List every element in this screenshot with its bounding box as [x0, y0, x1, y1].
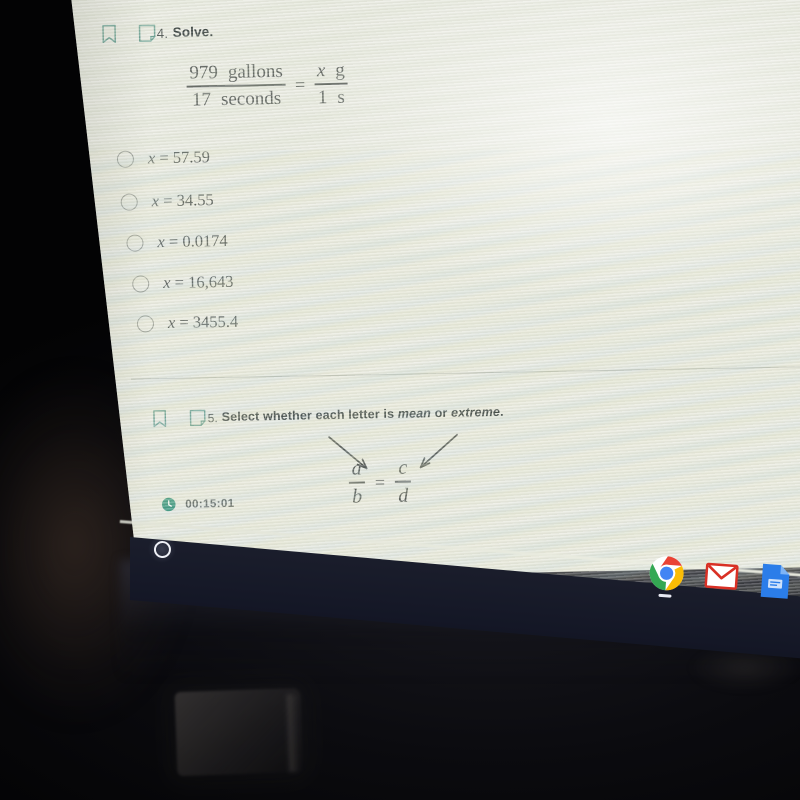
equation-equals-sign: = — [294, 73, 306, 95]
gmail-icon — [704, 562, 739, 590]
fraction-a-over-b: a b — [348, 457, 365, 508]
answer-option-4-text: x = 16,643 — [163, 271, 234, 293]
denominator-d: d — [398, 484, 409, 507]
radio-button[interactable] — [120, 193, 138, 211]
fraction-bar-cd — [395, 480, 412, 483]
question-5-title: Select whether each letter is mean or ex… — [221, 404, 504, 425]
numerator-c: c — [398, 456, 408, 479]
question-4-title: Solve. — [172, 24, 214, 40]
note-icon[interactable] — [137, 23, 156, 43]
rate-fraction-left: 979 gallons 17 seconds — [186, 60, 287, 111]
clock-icon — [161, 497, 176, 512]
right-numerator-value: x — [316, 60, 326, 82]
note-icon[interactable] — [189, 408, 206, 428]
shelf-app-gmail[interactable] — [703, 558, 742, 597]
answer-option-2[interactable]: x = 34.55 — [120, 190, 214, 212]
shelf-app-slides[interactable] — [759, 562, 798, 601]
fraction-bar-right — [314, 82, 349, 86]
fraction-bar-ab — [348, 481, 365, 484]
answer-option-1-text: x = 57.59 — [147, 147, 211, 168]
left-denominator-value: 17 — [191, 89, 212, 111]
proportion-expression: a b = c d — [348, 457, 412, 509]
question-4-number: 4. — [156, 25, 169, 42]
answer-option-5-text: x = 3455.4 — [167, 311, 239, 332]
fraction-c-over-d: c d — [395, 457, 412, 508]
question-4-icon-group — [100, 23, 156, 44]
answer-option-2-text: x = 34.55 — [151, 190, 214, 211]
bookmark-icon[interactable] — [152, 409, 169, 429]
rate-fraction-right: x g 1 s — [314, 60, 349, 109]
question-divider — [130, 366, 800, 380]
answer-option-4[interactable]: x = 16,643 — [132, 272, 234, 294]
bookmark-icon[interactable] — [100, 24, 117, 44]
answer-option-3[interactable]: x = 0.0174 — [126, 231, 228, 253]
left-denominator-unit: seconds — [220, 87, 282, 110]
radio-button[interactable] — [136, 314, 155, 333]
radio-button[interactable] — [116, 150, 135, 168]
right-denominator-value: 1 — [317, 86, 328, 109]
numerator-a: a — [351, 457, 362, 480]
quiz-timer: 00:15:01 — [161, 496, 235, 512]
radio-button[interactable] — [126, 233, 144, 252]
slides-icon — [760, 563, 790, 599]
chrome-icon — [649, 556, 684, 591]
question-4-equation: 979 gallons 17 seconds = x g 1 s — [186, 60, 349, 111]
timer-value: 00:15:01 — [185, 497, 235, 511]
denominator-b: b — [351, 485, 363, 508]
right-denominator-unit: s — [337, 86, 345, 108]
launcher-circle-icon — [152, 539, 172, 559]
answer-option-3-text: x = 0.0174 — [157, 230, 228, 252]
photo-of-chromebook-screen: 4. Solve. 979 gallons 17 seconds = x g 1… — [0, 0, 800, 800]
shelf-app-chrome[interactable] — [647, 554, 686, 598]
left-numerator-unit: gallons — [227, 60, 283, 83]
question-5-icon-group — [152, 408, 206, 429]
left-numerator-value: 979 — [189, 62, 219, 84]
proportion-equals-sign: = — [374, 471, 386, 492]
answer-option-5[interactable]: x = 3455.4 — [136, 311, 239, 334]
radio-button[interactable] — [132, 274, 150, 293]
desk-object — [174, 687, 304, 777]
answer-option-1[interactable]: x = 57.59 — [116, 147, 211, 169]
question-5-number: 5. — [207, 411, 219, 426]
right-numerator-unit: g — [335, 59, 346, 81]
